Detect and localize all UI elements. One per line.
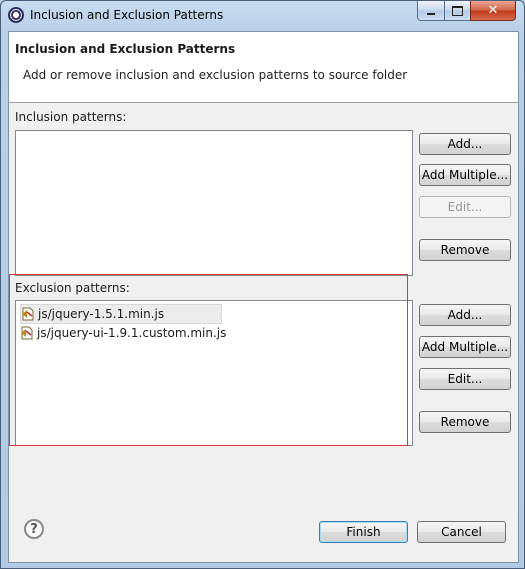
- cancel-button[interactable]: Cancel: [417, 521, 506, 543]
- maximize-button[interactable]: [444, 1, 471, 21]
- eclipse-icon: [8, 7, 24, 23]
- inclusion-remove-button[interactable]: Remove: [419, 239, 511, 261]
- minimize-button[interactable]: [417, 1, 445, 21]
- finish-button[interactable]: Finish: [319, 521, 408, 543]
- exclusion-patterns-label: Exclusion patterns:: [15, 281, 130, 295]
- title-bar[interactable]: Inclusion and Exclusion Patterns ✕: [1, 1, 524, 31]
- inclusion-add-multiple-button[interactable]: Add Multiple...: [419, 164, 511, 186]
- header-description: Add or remove inclusion and exclusion pa…: [23, 68, 408, 82]
- help-icon[interactable]: ?: [24, 519, 44, 539]
- list-item[interactable]: js/jquery-ui-1.9.1.custom.min.js: [20, 324, 234, 342]
- maximize-icon: [452, 5, 463, 16]
- dialog-client-area: Inclusion and Exclusion Patterns Add or …: [8, 31, 519, 563]
- window-title: Inclusion and Exclusion Patterns: [30, 8, 224, 22]
- inclusion-patterns-label: Inclusion patterns:: [15, 110, 127, 124]
- close-button[interactable]: ✕: [470, 1, 516, 21]
- exclusion-edit-button[interactable]: Edit...: [419, 368, 511, 390]
- exclusion-remove-button[interactable]: Remove: [419, 411, 511, 433]
- exclusion-patterns-list[interactable]: js/jquery-1.5.1.min.js js/jquery-ui-1.9.…: [15, 300, 413, 446]
- exclusion-add-multiple-button[interactable]: Add Multiple...: [419, 336, 511, 358]
- inclusion-add-button[interactable]: Add...: [419, 133, 511, 155]
- exclusion-item-label: js/jquery-1.5.1.min.js: [38, 307, 165, 321]
- list-item[interactable]: js/jquery-1.5.1.min.js: [20, 304, 222, 324]
- minimize-icon: [427, 12, 435, 15]
- exclusion-add-button[interactable]: Add...: [419, 304, 511, 326]
- exclusion-filter-icon: [21, 307, 35, 321]
- header-title: Inclusion and Exclusion Patterns: [15, 42, 236, 56]
- dialog-window: Inclusion and Exclusion Patterns ✕ Inclu…: [0, 0, 525, 569]
- inclusion-patterns-list[interactable]: [15, 130, 413, 276]
- exclusion-item-label: js/jquery-ui-1.9.1.custom.min.js: [37, 326, 227, 340]
- exclusion-filter-icon: [20, 326, 34, 340]
- inclusion-edit-button[interactable]: Edit...: [419, 196, 511, 218]
- close-icon: ✕: [487, 3, 499, 18]
- dialog-header: Inclusion and Exclusion Patterns Add or …: [9, 32, 518, 103]
